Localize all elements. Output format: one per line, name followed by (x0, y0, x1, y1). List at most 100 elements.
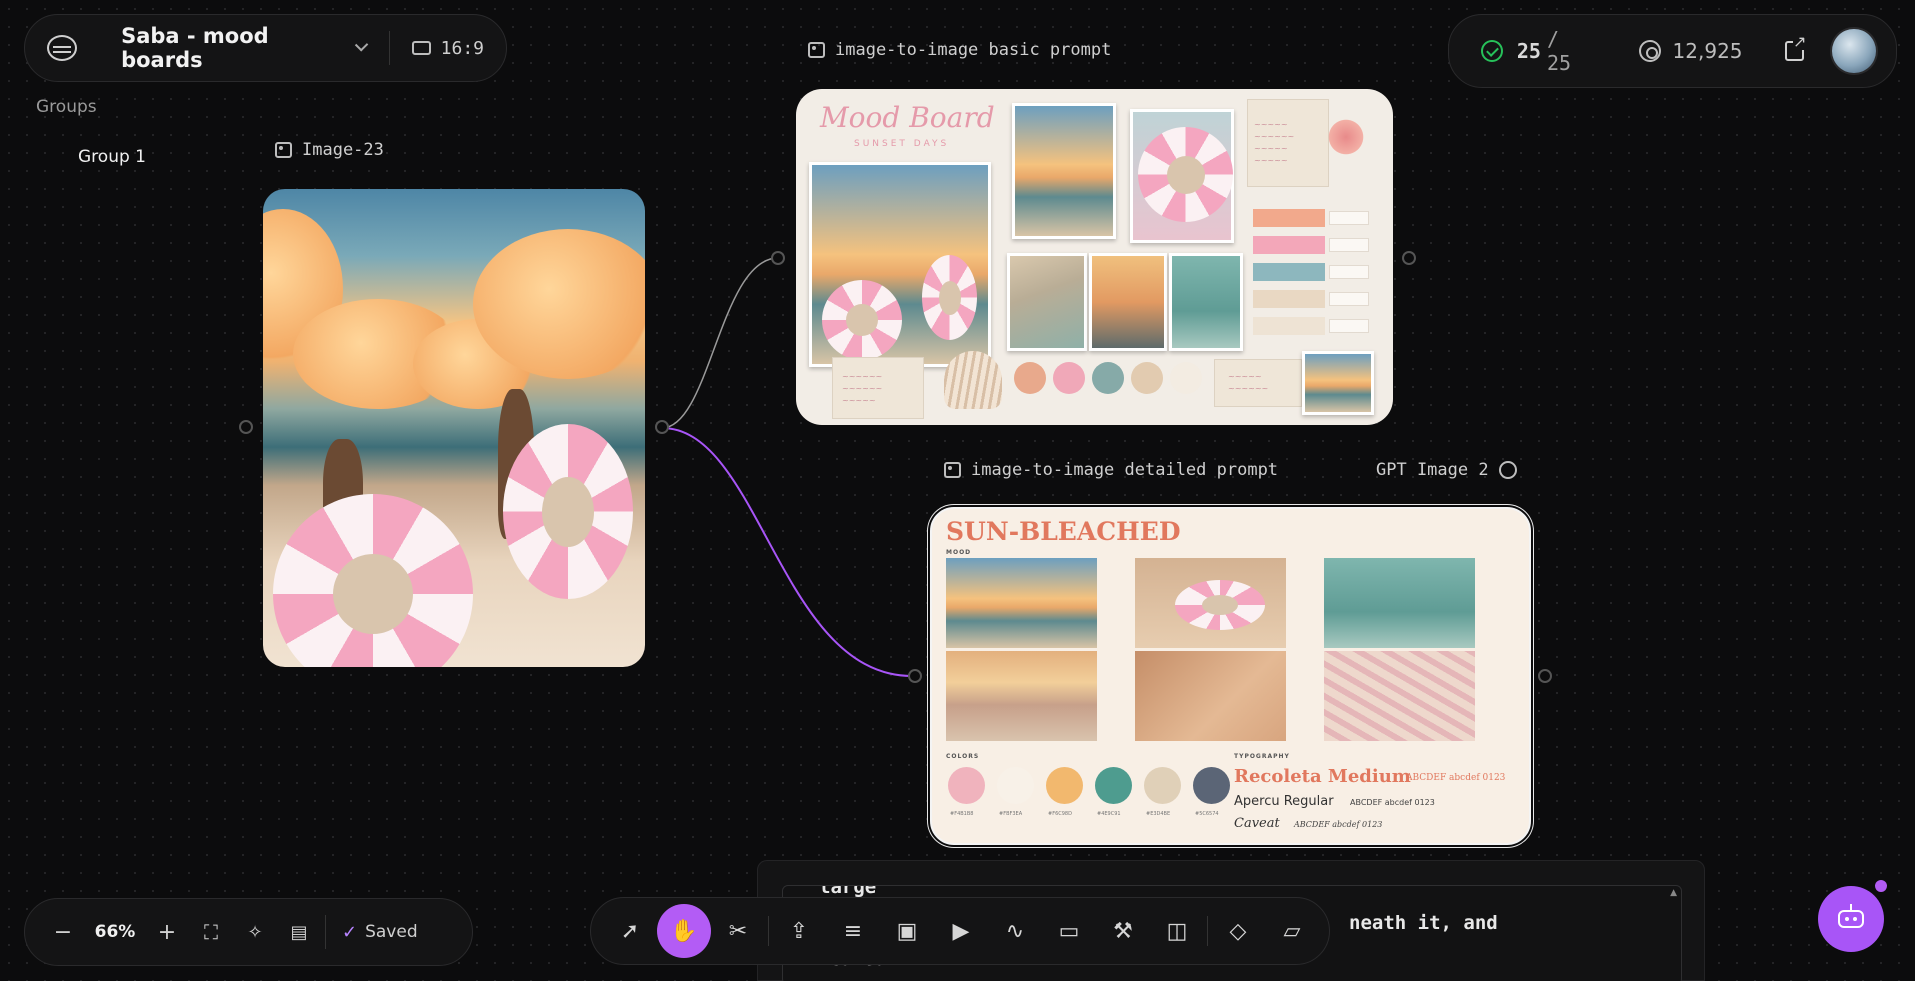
map-icon[interactable]: ▤ (277, 910, 321, 954)
wrench-icon[interactable]: ⚒ (1096, 904, 1150, 958)
moodboard-photo (1089, 253, 1167, 351)
generation-count: 25 (1516, 39, 1541, 63)
credits-value: 12,925 (1672, 39, 1743, 63)
moodboard-subtitle: SUNSET DAYS (854, 139, 950, 149)
strip-label (1329, 319, 1369, 333)
color-strip (1253, 263, 1325, 281)
color-swatch (948, 767, 985, 804)
scroll-up-icon[interactable]: ▲ (1670, 888, 1677, 898)
font-sample: ABCDEF abcdef 0123 (1350, 798, 1435, 807)
colors-label: COLORS (946, 753, 980, 760)
assistant-button[interactable] (1818, 886, 1884, 952)
color-swatch (1092, 362, 1124, 394)
zoom-controls: − 66% + ⛶ ✧ ▤ ✓ Saved (24, 898, 473, 966)
color-hex: #FBF3EA (999, 811, 1023, 817)
fit-screen-icon[interactable]: ⛶ (189, 910, 233, 954)
color-swatch (1193, 767, 1230, 804)
image23-label-text: Image-23 (302, 140, 384, 160)
strip-label (1329, 211, 1369, 225)
saved-status: Saved (365, 922, 418, 942)
output-port[interactable] (655, 420, 669, 434)
credits-icon (1638, 40, 1661, 62)
color-swatch (1144, 767, 1181, 804)
scissors-icon[interactable]: ✂ (711, 904, 765, 958)
zoom-level[interactable]: 66% (85, 922, 145, 942)
pool-float (273, 494, 473, 667)
output-port[interactable] (1402, 251, 1416, 265)
zoom-out-button[interactable]: − (41, 910, 85, 954)
prompt-line: neath it, and (1349, 912, 1498, 934)
chevron-down-icon[interactable] (355, 38, 369, 52)
output-port[interactable] (1538, 669, 1552, 683)
generation-total: / 25 (1546, 27, 1572, 75)
hand-tool-icon[interactable]: ✋ (657, 904, 711, 958)
moodboard-photo (1302, 351, 1374, 415)
color-strip (1253, 236, 1325, 254)
image-icon[interactable]: ▣ (880, 904, 934, 958)
image-icon (944, 462, 961, 478)
moodboard-photo (1169, 253, 1243, 351)
image-icon (808, 42, 825, 58)
text-align-icon[interactable]: ≡ (826, 904, 880, 958)
font-sample: ABCDEF abcdef 0123 (1294, 820, 1383, 829)
strip-label (1329, 292, 1369, 306)
color-swatch (997, 767, 1034, 804)
folder-icon[interactable]: ▱ (1265, 904, 1319, 958)
project-name[interactable]: Saba - mood boards (121, 24, 341, 72)
moodboard-photo (1130, 109, 1234, 243)
typography-label: TYPOGRAPHY (1234, 753, 1290, 760)
select-tool-icon[interactable]: ➚ (603, 904, 657, 958)
input-port[interactable] (908, 669, 922, 683)
color-swatch (1131, 362, 1163, 394)
strip-label (1329, 265, 1369, 279)
group-item[interactable]: Group 1 (78, 147, 146, 167)
note-lines: ~~~~~ ~~~~~~ (1228, 372, 1269, 393)
pool-float (822, 280, 902, 360)
moodboard-photo (1007, 253, 1087, 351)
check-circle-icon (1481, 40, 1503, 62)
mood-label: MOOD (946, 549, 972, 556)
upload-icon[interactable]: ⇪ (772, 904, 826, 958)
note-icon[interactable]: ▭ (1042, 904, 1096, 958)
input-port[interactable] (771, 251, 785, 265)
moodboard-basic[interactable]: Mood Board SUNSET DAYS ~~~~~ ~~~~~~ ~~~~~ ~… (796, 89, 1393, 425)
color-swatch (1095, 767, 1132, 804)
share-external-icon[interactable] (1784, 34, 1807, 61)
color-swatch (1014, 362, 1046, 394)
aspect-ratio[interactable]: 16:9 (441, 38, 484, 59)
app-logo-icon[interactable] (47, 35, 78, 61)
mood-photo (1324, 558, 1475, 648)
basic-prompt-label: image-to-image basic prompt (808, 40, 1111, 60)
wire-to-detailed (661, 427, 913, 677)
color-hex: #F4B1B8 (950, 811, 974, 817)
openai-icon (1498, 461, 1517, 479)
notification-dot (1875, 880, 1887, 892)
avatar[interactable] (1830, 27, 1878, 75)
pool-float (1138, 127, 1233, 222)
moodboard-detailed[interactable]: SUN-BLEACHED MOOD COLORS TYPOGRAPHY #F4B… (930, 507, 1531, 845)
color-hex: #E3D4BE (1146, 811, 1171, 817)
aspect-ratio-icon[interactable] (411, 41, 431, 55)
font-name: Recoleta Medium (1234, 766, 1411, 787)
color-hex: #F6C98D (1048, 811, 1072, 817)
mood-photo (1135, 651, 1286, 741)
input-port[interactable] (239, 420, 253, 434)
note-lines: ~~~~~ ~~~~~~ ~~~~~ ~~~~~ (1254, 120, 1295, 165)
model-label: GPT Image 2 (1376, 460, 1517, 480)
color-hex: #5C6574 (1195, 811, 1219, 817)
strip-label (1329, 238, 1369, 252)
video-camera-icon[interactable]: ▶ (934, 904, 988, 958)
basic-prompt-label-text: image-to-image basic prompt (835, 40, 1112, 60)
detailed-prompt-label: image-to-image detailed prompt (944, 460, 1278, 480)
audio-wave-icon[interactable]: ∿ (988, 904, 1042, 958)
magic-wand-icon[interactable]: ✧ (233, 910, 277, 954)
gem-icon[interactable]: ◇ (1211, 904, 1265, 958)
color-swatch (1046, 767, 1083, 804)
zoom-in-button[interactable]: + (145, 910, 189, 954)
shapes-icon[interactable]: ◫ (1150, 904, 1204, 958)
color-strip (1253, 209, 1325, 227)
divider (388, 31, 390, 65)
image23-photo[interactable] (263, 189, 645, 667)
mood-photo (1135, 558, 1286, 648)
toolbar: ➚ ✋ ✂ ⇪ ≡ ▣ ▶ ∿ ▭ ⚒ ◫ ◇ ▱ (590, 897, 1330, 965)
